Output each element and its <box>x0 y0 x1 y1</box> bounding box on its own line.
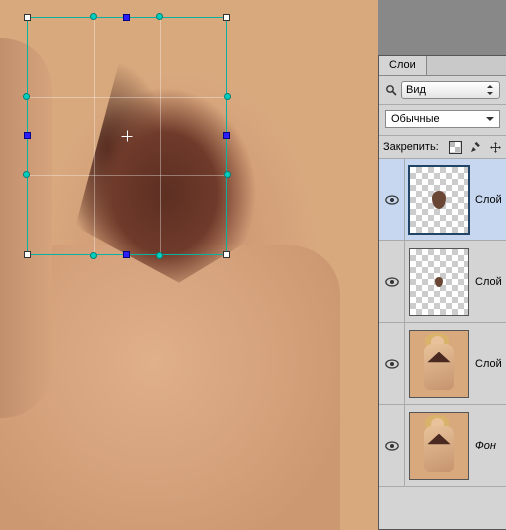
layer-name-label[interactable]: Слой <box>473 194 506 206</box>
transform-warp-handle[interactable] <box>23 93 30 100</box>
layer-visibility-toggle[interactable] <box>379 241 405 322</box>
layer-row[interactable]: Слой <box>379 159 506 241</box>
transform-warp-handle[interactable] <box>90 252 97 259</box>
layer-thumbnail[interactable] <box>409 330 469 398</box>
transform-handle-tl[interactable] <box>24 14 31 21</box>
blend-mode-select[interactable]: Обычные <box>385 110 500 128</box>
transform-warp-handle[interactable] <box>156 252 163 259</box>
layer-thumbnail[interactable] <box>409 166 469 234</box>
blend-mode-row: Обычные <box>379 105 506 136</box>
chevron-down-icon <box>486 117 494 121</box>
transform-handle-br[interactable] <box>223 251 230 258</box>
blend-mode-value: Обычные <box>391 113 440 125</box>
lock-row: Закрепить: <box>379 136 506 159</box>
layer-thumbnail[interactable] <box>409 248 469 316</box>
layer-row[interactable]: Слой <box>379 323 506 405</box>
panel-tabbar: Слои <box>379 56 506 76</box>
transform-warp-handle[interactable] <box>156 13 163 20</box>
layers-panel: Слои Вид Обычные Закрепить: Сло <box>378 55 506 530</box>
layer-visibility-toggle[interactable] <box>379 323 405 404</box>
layer-row[interactable]: Слой <box>379 241 506 323</box>
layer-filter-value: Вид <box>406 84 426 96</box>
transform-handle-tm[interactable] <box>123 14 130 21</box>
transform-handle-mr[interactable] <box>223 132 230 139</box>
stepper-icon <box>487 85 495 95</box>
transform-handle-bl[interactable] <box>24 251 31 258</box>
transform-warp-handle[interactable] <box>224 93 231 100</box>
layer-visibility-toggle[interactable] <box>379 405 405 486</box>
layer-filter-row: Вид <box>379 76 506 105</box>
canvas-viewport[interactable] <box>0 0 378 530</box>
layer-name-label[interactable]: Слой <box>473 276 506 288</box>
layer-visibility-toggle[interactable] <box>379 159 405 240</box>
layer-row[interactable]: Фон <box>379 405 506 487</box>
lock-paint-icon[interactable] <box>468 140 482 154</box>
layer-filter-select[interactable]: Вид <box>401 81 500 99</box>
layer-name-label[interactable]: Фон <box>473 440 506 452</box>
transform-warp-handle[interactable] <box>90 13 97 20</box>
tab-layers[interactable]: Слои <box>379 56 427 75</box>
layers-list: Слой Слой Слой Фон <box>379 159 506 487</box>
layer-thumbnail[interactable] <box>409 412 469 480</box>
lock-move-icon[interactable] <box>488 140 502 154</box>
transform-handle-bm[interactable] <box>123 251 130 258</box>
transform-handle-ml[interactable] <box>24 132 31 139</box>
lock-label: Закрепить: <box>383 141 439 153</box>
lock-transparency-icon[interactable] <box>448 140 462 154</box>
search-icon <box>385 84 397 96</box>
layer-name-label[interactable]: Слой <box>473 358 506 370</box>
transform-handle-tr[interactable] <box>223 14 230 21</box>
